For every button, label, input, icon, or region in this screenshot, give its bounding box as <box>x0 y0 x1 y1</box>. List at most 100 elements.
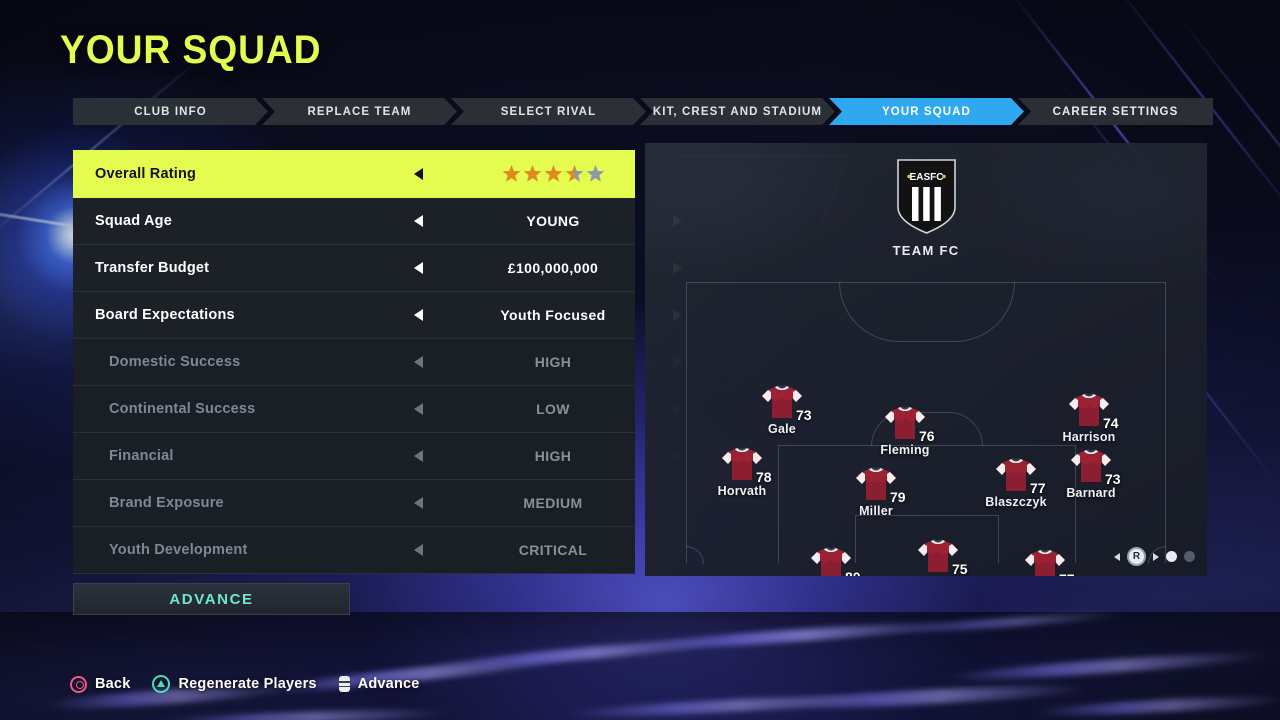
setting-prev-arrow-icon[interactable] <box>414 450 423 462</box>
setting-value: MEDIUM <box>523 495 583 511</box>
player-rating: 74 <box>1103 415 1119 431</box>
player-rating: 75 <box>952 561 968 576</box>
ps-options-button-icon <box>338 676 350 692</box>
squad-settings-list: Overall Rating Squad Age YOUNG Transfer Bud… <box>73 150 682 574</box>
setting-value: Youth Focused <box>500 307 606 323</box>
setting-label: Continental Success <box>109 401 256 417</box>
setting-label: Squad Age <box>95 213 172 229</box>
star-icon <box>544 164 563 183</box>
action-label: Regenerate Players <box>178 676 317 692</box>
pitch-marking <box>686 546 704 564</box>
player-name: Barnard <box>1066 486 1116 500</box>
setting-value: £100,000,000 <box>507 260 599 276</box>
page-next-icon[interactable] <box>1153 552 1159 561</box>
player-rating: 77 <box>1030 480 1046 496</box>
setting-prev-arrow-icon[interactable] <box>414 497 423 509</box>
setting-row-squad-age[interactable]: Squad Age YOUNG <box>73 198 682 245</box>
setting-prev-arrow-icon[interactable] <box>414 544 423 556</box>
breadcrumb-step-club-info[interactable]: CLUB INFO <box>73 98 268 125</box>
ps-circle-button-icon <box>70 675 87 693</box>
advance-button[interactable]: ADVANCE <box>73 583 350 615</box>
player-rating: 79 <box>890 489 906 505</box>
advance-button-label: ADVANCE <box>169 590 254 608</box>
player-name: Harrison <box>1062 430 1116 444</box>
setting-value: YOUNG <box>526 213 580 229</box>
team-name: TEAM FC <box>892 243 960 258</box>
player-name: Horvath <box>717 484 767 498</box>
player-rating: 73 <box>796 407 812 423</box>
page-dot[interactable] <box>1166 551 1177 562</box>
player-card[interactable]: 78 Horvath <box>703 443 781 498</box>
action-bar: Back Regenerate Players Advance <box>70 675 420 693</box>
setting-prev-arrow-icon[interactable] <box>414 262 423 274</box>
star-icon <box>565 164 584 183</box>
setting-prev-arrow-icon[interactable] <box>414 403 423 415</box>
ps-triangle-button-icon <box>152 675 171 693</box>
player-card[interactable]: 77 Blaszczyk <box>977 454 1055 509</box>
player-card[interactable]: 74 Harrison <box>1050 389 1128 444</box>
player-card[interactable]: 76 Fleming <box>866 402 944 457</box>
setting-row-transfer-budget[interactable]: Transfer Budget £100,000,000 <box>73 245 682 292</box>
shoulder-button-icon[interactable]: R <box>1127 547 1146 566</box>
page-dot[interactable] <box>1184 551 1195 562</box>
pitch-marking <box>839 282 1015 342</box>
action-regenerate-players[interactable]: Regenerate Players <box>152 675 316 693</box>
action-label: Advance <box>357 676 420 692</box>
setting-prev-arrow-icon[interactable] <box>414 168 423 180</box>
player-rating: 80 <box>845 569 861 576</box>
svg-text:EASFC: EASFC <box>909 172 943 183</box>
breadcrumb-step-replace-team[interactable]: REPLACE TEAM <box>262 98 457 125</box>
shoulder-button-label: R <box>1132 551 1141 562</box>
breadcrumb-step-career-settings[interactable]: CAREER SETTINGS <box>1018 98 1213 125</box>
player-card[interactable]: 75Haigh <box>899 535 977 576</box>
setting-prev-arrow-icon[interactable] <box>414 215 423 227</box>
star-icon <box>523 164 542 183</box>
player-name: Fleming <box>880 443 930 457</box>
squad-preview-panel: EASFC TEAM FC 73 Gale 76 Fleming 74 Harrison 7… <box>645 143 1207 576</box>
setting-row-continental-success[interactable]: Continental Success LOW <box>73 386 682 433</box>
player-card[interactable]: 79 Miller <box>837 463 915 518</box>
star-icon <box>586 164 605 183</box>
player-card[interactable]: 77Flynn <box>1006 545 1084 576</box>
breadcrumb-step-your-squad[interactable]: YOUR SQUAD <box>829 98 1024 125</box>
setting-prev-arrow-icon[interactable] <box>414 356 423 368</box>
page-prev-icon[interactable] <box>1114 552 1120 561</box>
player-name: Miller <box>859 504 893 518</box>
setting-row-financial[interactable]: Financial HIGH <box>73 433 682 480</box>
player-rating: 77 <box>1059 571 1075 576</box>
setting-row-youth-development[interactable]: Youth Development CRITICAL <box>73 527 682 574</box>
setting-label: Financial <box>109 448 174 464</box>
player-name: Blaszczyk <box>985 495 1047 509</box>
setting-label: Overall Rating <box>95 166 197 182</box>
setting-value: HIGH <box>534 354 572 370</box>
breadcrumb-step-select-rival[interactable]: SELECT RIVAL <box>451 98 646 125</box>
club-identity: EASFC TEAM FC <box>645 157 1207 258</box>
setting-value: HIGH <box>534 448 572 464</box>
player-card[interactable]: 73 Gale <box>743 381 821 436</box>
setting-label: Board Expectations <box>95 307 235 323</box>
setting-row-domestic-success[interactable]: Domestic Success HIGH <box>73 339 682 386</box>
overall-rating-stars <box>443 164 663 183</box>
action-back[interactable]: Back <box>70 675 131 693</box>
setting-label: Transfer Budget <box>95 260 210 276</box>
player-card[interactable]: 73 Barnard <box>1052 445 1130 500</box>
breadcrumb: CLUB INFO REPLACE TEAM SELECT RIVAL KIT, CR… <box>73 98 1213 125</box>
action-label: Back <box>95 676 131 692</box>
player-rating: 78 <box>756 469 772 485</box>
setting-row-board-expectations[interactable]: Board Expectations Youth Focused <box>73 292 682 339</box>
setting-row-brand-exposure[interactable]: Brand Exposure MEDIUM <box>73 480 682 527</box>
career-mode-your-squad-screen: YOUR SQUAD CLUB INFO REPLACE TEAM SELECT R… <box>0 0 1280 720</box>
player-rating: 76 <box>919 428 935 444</box>
setting-value: CRITICAL <box>518 542 588 558</box>
page-indicator[interactable]: R <box>1114 547 1195 566</box>
setting-label: Brand Exposure <box>109 495 224 511</box>
setting-value: LOW <box>536 401 570 417</box>
setting-row-overall-rating[interactable]: Overall Rating <box>73 150 682 198</box>
setting-label: Youth Development <box>109 542 248 558</box>
page-title: YOUR SQUAD <box>60 28 322 72</box>
action-advance[interactable]: Advance <box>338 676 420 692</box>
breadcrumb-step-kit-crest-and-stadium[interactable]: KIT, CREST AND STADIUM <box>640 98 835 125</box>
player-card[interactable]: 80Williams <box>792 543 870 576</box>
setting-prev-arrow-icon[interactable] <box>414 309 423 321</box>
setting-label: Domestic Success <box>109 354 241 370</box>
